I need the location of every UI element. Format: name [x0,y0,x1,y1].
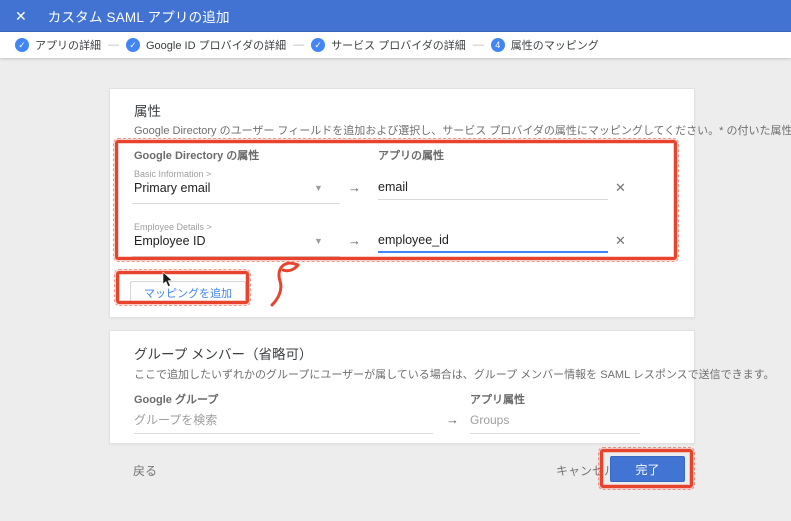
step-connector: — [108,39,119,51]
attributes-card: 属性 Google Directory のユーザー フィールドを追加および選択し… [109,88,791,318]
column-header-app-attribute: アプリ属性 [470,394,525,406]
step-number-icon: 4 [490,38,505,52]
directory-field-select[interactable]: Primary email [134,181,210,195]
attributes-description-text: Google Directory のユーザー フィールドを追加および選択し、サー… [134,125,791,137]
group-membership-title: グループ メンバー（省略可） [134,347,313,362]
dialog-titlebar: ✕ カスタム SAML アプリの追加 [0,0,791,32]
mouse-cursor-icon [162,272,173,288]
group-app-attribute-input[interactable] [470,413,640,434]
step-google-idp-details: ✓ Google ID プロバイダの詳細 [126,37,286,53]
annotation-curl-arrow [270,261,300,307]
attributes-description: Google Directory のユーザー フィールドを追加および選択し、サー… [134,122,791,138]
arrow-right-icon: → [348,233,361,248]
remove-mapping-icon[interactable]: ✕ [615,233,626,249]
step-done-icon: ✓ [15,38,29,52]
directory-field-category: Basic Information > [134,169,212,179]
step-label: アプリの詳細 [35,40,101,52]
step-label: Google ID プロバイダの詳細 [146,40,287,52]
done-button[interactable]: 完了 [610,456,685,482]
step-done-icon: ✓ [126,38,140,52]
arrow-right-icon: → [446,412,459,427]
directory-field-category: Employee Details > [134,222,212,232]
app-attribute-input-employee-id[interactable] [378,233,608,253]
add-custom-saml-app-dialog: ✕ カスタム SAML アプリの追加 ✓ アプリの詳細 — ✓ Google I… [0,0,791,521]
step-done-icon: ✓ [311,38,326,52]
add-mapping-button[interactable]: マッピングを追加 [130,281,246,304]
chevron-down-icon[interactable]: ▼ [314,236,323,246]
step-connector: — [472,39,484,51]
step-app-details: ✓ アプリの詳細 [15,37,101,53]
chevron-down-icon[interactable]: ▼ [314,183,323,193]
directory-field-select[interactable]: Employee ID [134,234,206,248]
step-connector: — [293,39,305,51]
group-membership-card: グループ メンバー（省略可） ここで追加したいずれかのグループにユーザーが属して… [109,330,775,444]
remove-mapping-icon[interactable]: ✕ [615,180,626,196]
step-label: サービス プロバイダの詳細 [331,40,466,52]
stepper: ✓ アプリの詳細 — ✓ Google ID プロバイダの詳細 — ✓ サービス… [0,32,791,58]
column-header-app-attribute: アプリの属性 [378,150,444,162]
attributes-title: 属性 [134,104,161,119]
step-label: 属性のマッピング [510,40,599,52]
column-header-directory-attribute: Google Directory の属性 [134,150,260,162]
app-attribute-input-email[interactable] [378,180,608,200]
group-search-input[interactable] [134,413,433,434]
select-underline [132,203,340,204]
dialog-title: カスタム SAML アプリの追加 [47,9,230,25]
column-header-google-group: Google グループ [134,394,219,406]
step-service-provider-details: ✓ サービス プロバイダの詳細 [311,37,466,53]
step-attribute-mapping: 4 属性のマッピング [490,37,599,53]
select-underline [132,256,340,257]
back-button[interactable]: 戻る [127,458,163,483]
arrow-right-icon: → [348,180,361,195]
group-membership-description: ここで追加したいずれかのグループにユーザーが属している場合は、グループ メンバー… [134,369,775,381]
close-icon[interactable]: ✕ [15,9,27,23]
